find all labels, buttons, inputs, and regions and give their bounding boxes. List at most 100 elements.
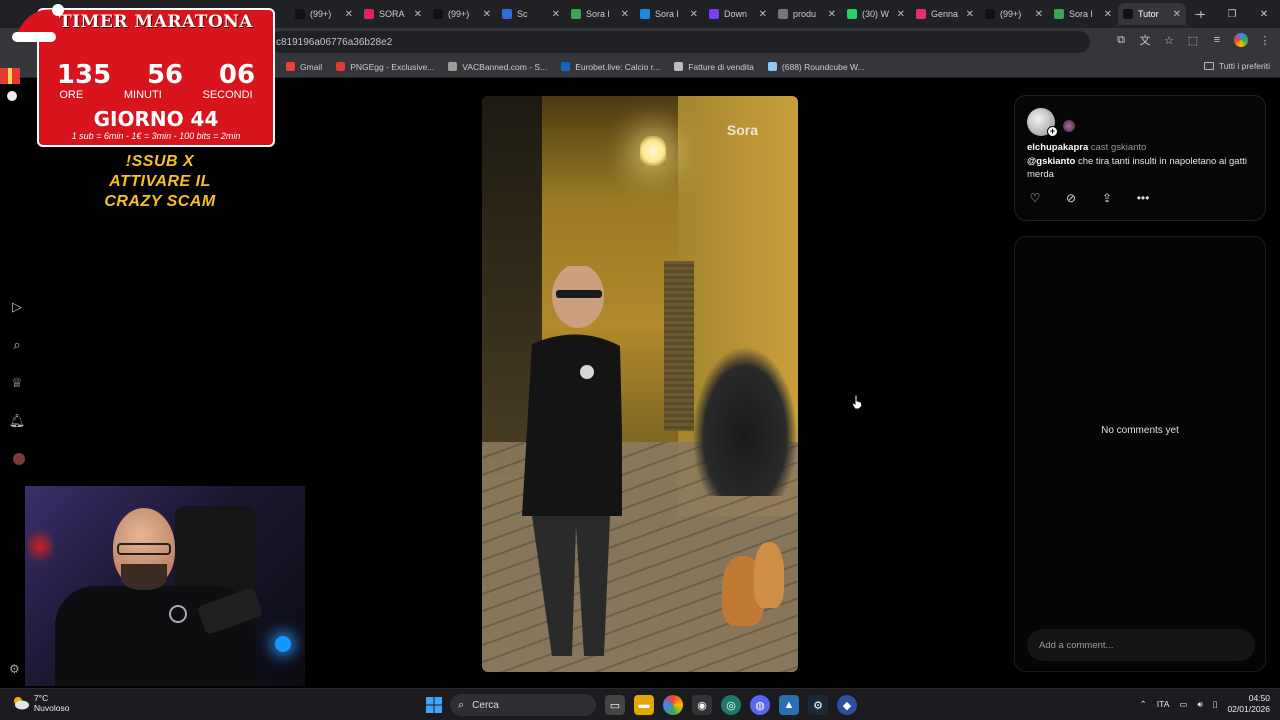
app-icon[interactable]: ▲	[779, 695, 799, 715]
webcam-overlay	[25, 486, 305, 686]
author-name[interactable]: elchupakapra	[1027, 142, 1088, 153]
temperature: 7°C	[34, 693, 49, 703]
close-tab-icon[interactable]: ✕	[966, 9, 974, 20]
browser-app-icon[interactable]: ◎	[721, 695, 741, 715]
battery-icon[interactable]: ▯	[1213, 699, 1218, 710]
tab-label: (99+)	[448, 9, 470, 19]
video-player[interactable]: Sora	[482, 96, 798, 672]
caption-mention[interactable]: @gskianto	[1027, 156, 1075, 167]
browser-tab[interactable]: Sora l ✕	[1049, 3, 1117, 25]
clock-date: 02/01/2026	[1227, 704, 1270, 714]
install-icon[interactable]: ⧉	[1114, 33, 1128, 47]
close-tab-icon[interactable]: ✕	[897, 9, 905, 20]
cloud-sun-icon	[14, 697, 29, 710]
browser-tab[interactable]: Sc ✕	[497, 3, 565, 25]
trophy-icon[interactable]: ♕	[8, 374, 26, 392]
close-tab-icon[interactable]: ✕	[1035, 9, 1043, 20]
minimize-icon[interactable]: —	[1184, 0, 1216, 28]
window-controls: — ❐ ✕	[1184, 0, 1280, 28]
streamer-glasses	[117, 543, 171, 555]
taskbar-search[interactable]: ⌕ Cerca	[450, 694, 596, 716]
close-tab-icon[interactable]: ✕	[1104, 9, 1112, 20]
more-options-icon[interactable]: •••	[1135, 190, 1151, 206]
browser-tab[interactable]: (99+) ✕	[428, 3, 496, 25]
extensions-icon[interactable]: ⬚	[1186, 33, 1200, 47]
share-icon[interactable]: ⇪	[1099, 190, 1115, 206]
network-icon[interactable]: ▭	[1179, 699, 1187, 710]
close-tab-icon[interactable]: ✕	[414, 9, 422, 20]
tab-list: (99+) ✕ SORA ✕ (99+) ✕ Sc ✕ Sora l ✕ Sora l ✕ Down ✕ p…	[290, 3, 1187, 25]
all-bookmarks-button[interactable]: Tutti i preferiti	[1203, 61, 1270, 71]
windows-start-icon[interactable]	[426, 697, 442, 713]
comment-input[interactable]: Add a comment...	[1027, 629, 1255, 661]
file-explorer-icon[interactable]: ▬	[634, 695, 654, 715]
chrome-icon[interactable]	[663, 695, 683, 715]
browser-tab[interactable]: (30) W ✕	[842, 3, 910, 25]
close-tab-icon[interactable]: ✕	[828, 9, 836, 20]
media-icon[interactable]: ≡	[1210, 33, 1224, 47]
tab-label: (99+)	[1000, 9, 1022, 19]
close-tab-icon[interactable]: ✕	[483, 9, 491, 20]
browser-tab[interactable]: Sora l ✕	[566, 3, 634, 25]
marathon-day: GIORNO 44	[93, 107, 219, 131]
close-tab-icon[interactable]: ✕	[621, 9, 629, 20]
clock[interactable]: 04:50 02/01/2026	[1227, 693, 1270, 715]
task-view-icon[interactable]: ▭	[605, 695, 625, 715]
address-bar[interactable]: c819196a06776a36b28e2	[270, 31, 1090, 53]
close-window-icon[interactable]: ✕	[1248, 0, 1280, 28]
browser-tab[interactable]: Genna ✕	[911, 3, 979, 25]
bookmark-label: VACBanned.com - S...	[462, 61, 548, 72]
close-tab-icon[interactable]: ✕	[345, 9, 353, 20]
browser-tab[interactable]: (99+) ✕	[980, 3, 1048, 25]
close-tab-icon[interactable]: ✕	[759, 9, 767, 20]
volume-icon[interactable]: 🔊︎	[1197, 699, 1202, 710]
discord-icon[interactable]: ◍	[750, 695, 770, 715]
timer-values: 135 56 06	[39, 60, 273, 90]
settings-icon[interactable]: ⚙	[9, 662, 25, 678]
browser-tab[interactable]: (99+) ✕	[290, 3, 358, 25]
user-avatar-icon[interactable]	[8, 450, 26, 468]
close-tab-icon[interactable]: ✕	[1173, 9, 1181, 20]
tray-chevron-icon[interactable]: ⌃	[1140, 699, 1147, 710]
follow-plus-icon[interactable]: +	[1047, 126, 1058, 137]
post-card: + elchupakapra cast gskianto @gskianto c…	[1014, 95, 1266, 221]
bookmark-item[interactable]: Fatture di vendita	[674, 62, 754, 72]
taskbar-apps: ▭ ▬ ◉ ◎ ◍ ▲ ⚙ ◆	[605, 695, 857, 715]
tiktok-icon	[295, 9, 305, 19]
cameo-avatar[interactable]	[1063, 120, 1075, 132]
play-circle-icon[interactable]: ▷	[8, 298, 26, 316]
bookmark-item[interactable]: PNGEgg - Exclusive...	[336, 62, 434, 72]
browser-tab[interactable]: SORA ✕	[359, 3, 427, 25]
all-bookmarks-label: Tutti i preferiti	[1218, 61, 1270, 71]
search-icon[interactable]: ⌕	[8, 336, 26, 354]
street-lamp	[640, 136, 666, 166]
bookmark-item[interactable]: VACBanned.com - S...	[448, 62, 547, 72]
browser-tab[interactable]: Tutor ✕	[1118, 3, 1186, 25]
browser-tab[interactable]: produ ✕	[773, 3, 841, 25]
menu-icon[interactable]: ⋮	[1258, 33, 1272, 47]
steam-icon[interactable]: ⚙	[808, 695, 828, 715]
profile-avatar-icon[interactable]	[1234, 33, 1248, 47]
restore-icon[interactable]: ❐	[1216, 0, 1248, 28]
bookmark-item[interactable]: (688) Roundcube W...	[767, 62, 865, 72]
language-indicator[interactable]: ITA	[1157, 699, 1170, 709]
bell-icon[interactable]: 🔔︎	[8, 412, 26, 430]
browser-tab[interactable]: Down ✕	[704, 3, 772, 25]
bookmark-star-icon[interactable]: ☆	[1162, 33, 1176, 47]
gamepad-icon[interactable]: ◉	[692, 695, 712, 715]
like-heart-icon[interactable]: ♡	[1027, 190, 1043, 206]
bookmark-item[interactable]: Eurobet.live: Calcio r...	[561, 62, 660, 72]
tab-label: Genna	[931, 9, 959, 19]
bookmark-item[interactable]: Gmail	[286, 62, 322, 72]
bookmark-favicon-icon	[767, 62, 777, 71]
weather-widget[interactable]: 7°C Nuvoloso	[12, 693, 69, 713]
tab-label: Sora l	[655, 9, 679, 19]
browser-tab[interactable]: Sora l ✕	[635, 3, 703, 25]
tab-label: Sora l	[586, 9, 610, 19]
cast-label[interactable]: cast gskianto	[1091, 142, 1146, 153]
close-tab-icon[interactable]: ✕	[552, 9, 560, 20]
close-tab-icon[interactable]: ✕	[690, 9, 698, 20]
translate-icon[interactable]: 文	[1138, 33, 1152, 47]
remix-icon[interactable]: ⊘	[1063, 190, 1079, 206]
app-icon-blue[interactable]: ◆	[837, 695, 857, 715]
